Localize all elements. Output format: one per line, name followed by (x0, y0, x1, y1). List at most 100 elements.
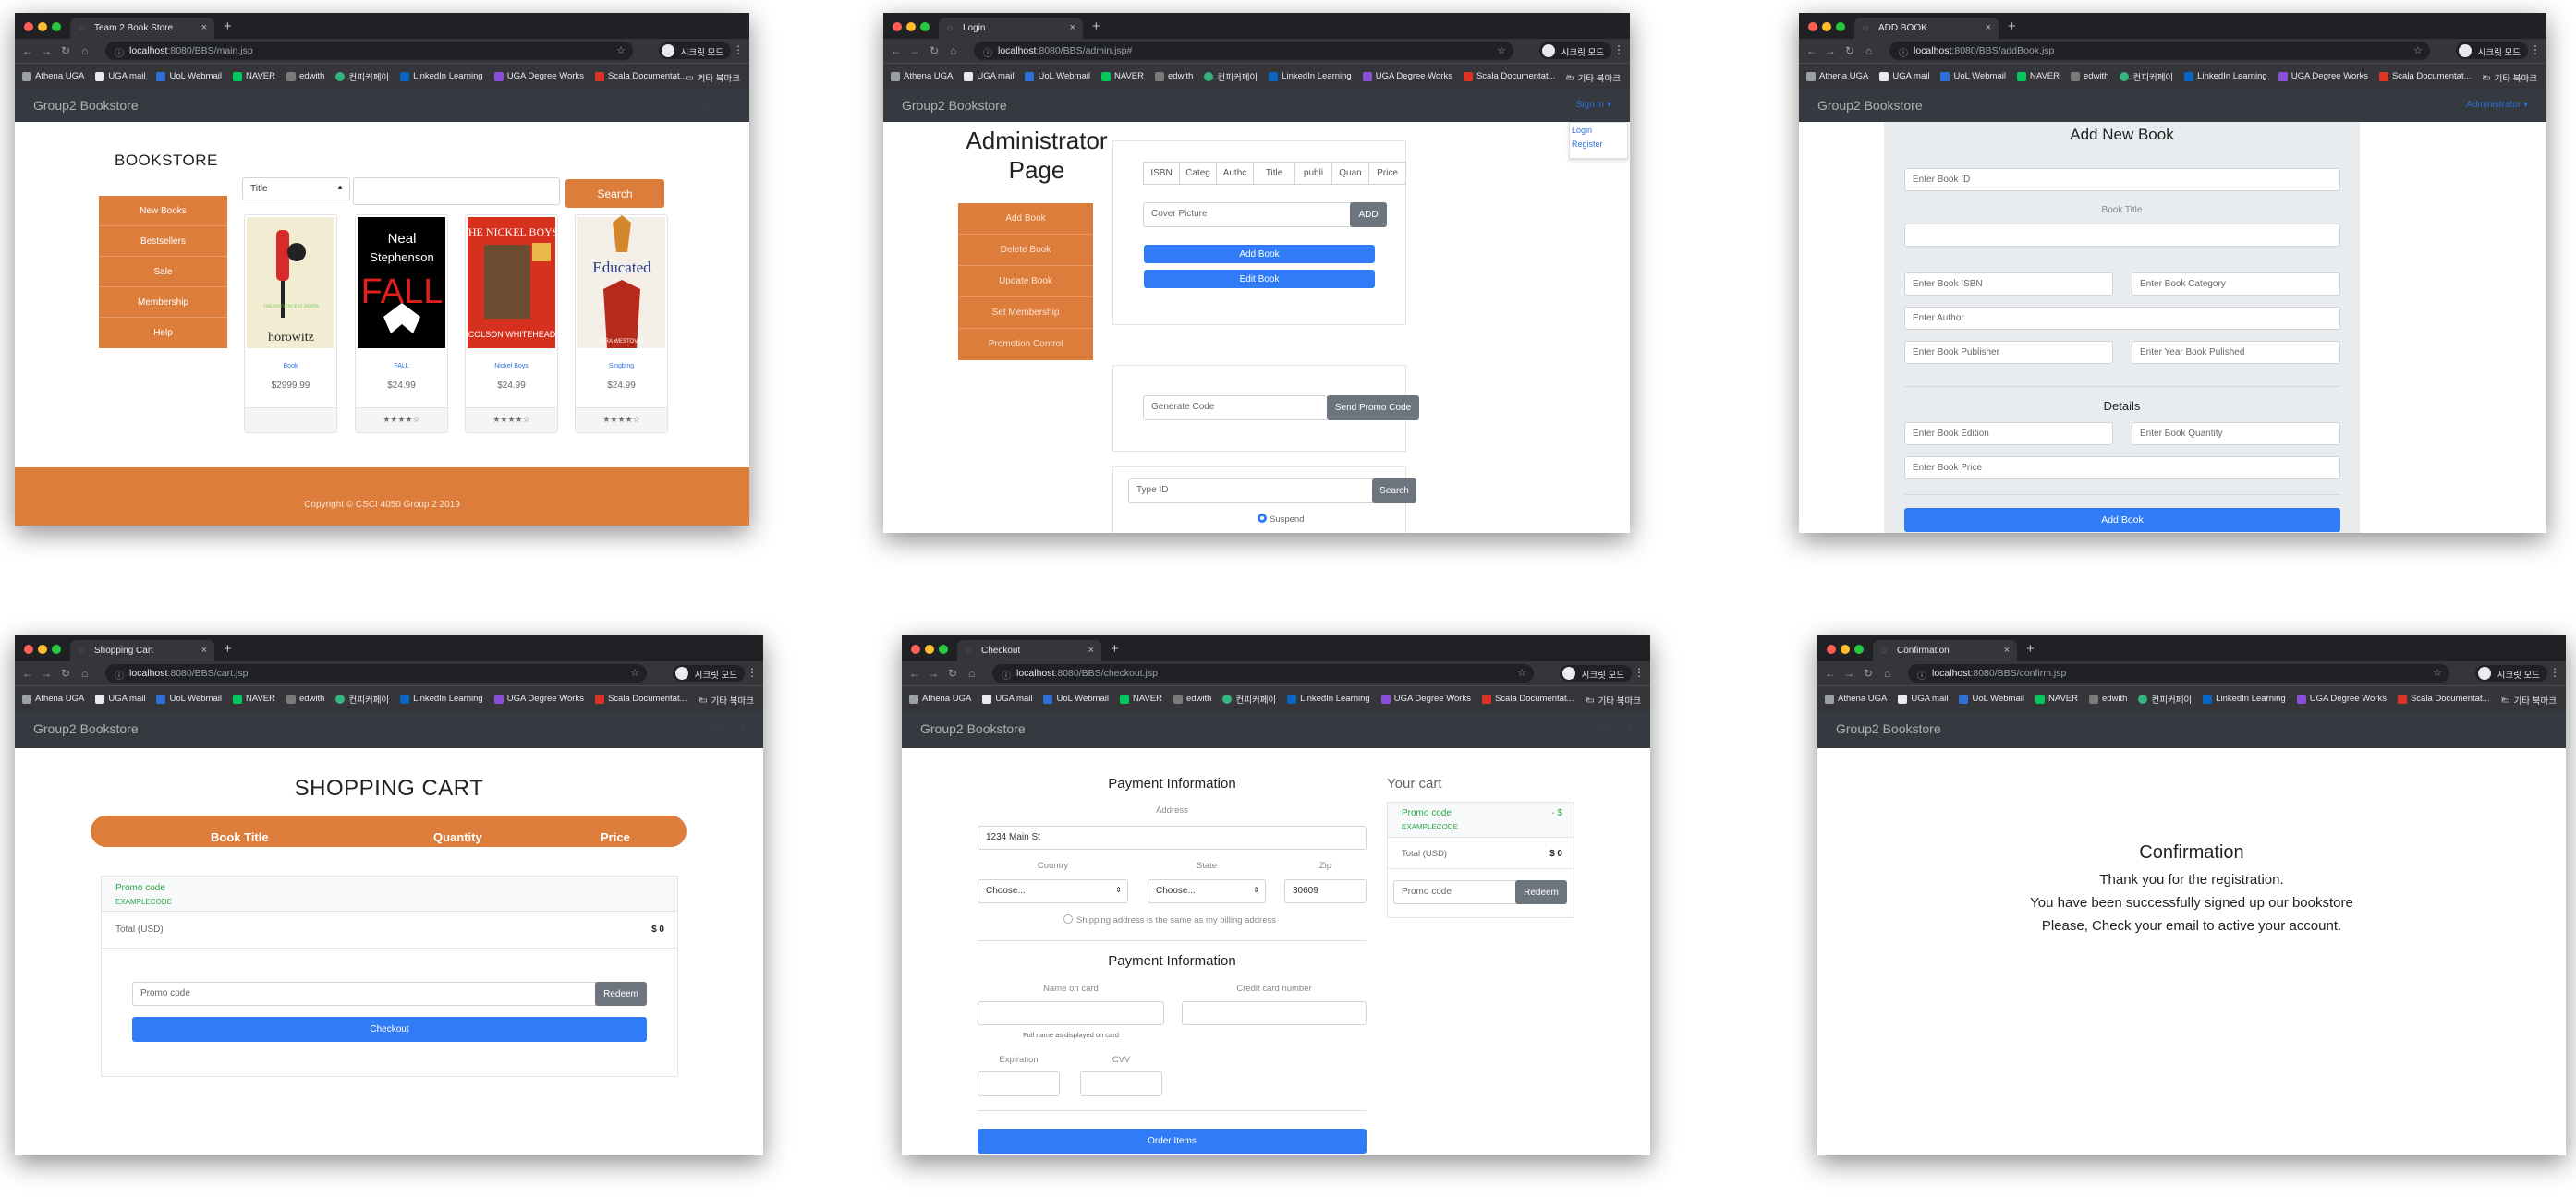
dropdown-login[interactable]: Login (1570, 123, 1627, 135)
close-tab-icon[interactable]: × (1088, 645, 1094, 656)
brand[interactable]: Group2 Bookstore (1836, 721, 1941, 736)
star-icon[interactable]: ☆ (2433, 667, 2442, 679)
bookmark-item[interactable]: Scala Documentat... (2378, 71, 2472, 81)
state-select[interactable]: Choose... ⇕ (1148, 879, 1266, 903)
promo-code-input[interactable]: Promo code (132, 982, 603, 1006)
forward-icon[interactable]: → (41, 44, 52, 57)
bookmark-item[interactable]: UGA mail (1879, 71, 1929, 81)
sign-in-dropdown[interactable]: Sign in ▾ (1597, 723, 1632, 733)
add-book-button[interactable]: Add Book (1144, 245, 1375, 263)
bookmark-item[interactable]: UGA Degree Works (493, 694, 584, 704)
home-icon[interactable]: ⌂ (81, 667, 88, 680)
book-card[interactable]: Educated TARA WESTOVER Singbing $24.99 ★… (575, 214, 668, 433)
menu-membership[interactable]: Membership (99, 287, 227, 318)
bookmark-item[interactable]: 컨피커페이 (335, 693, 389, 706)
name-on-card-input[interactable] (978, 1001, 1164, 1025)
generate-code-input[interactable]: Generate Code (1143, 395, 1328, 420)
browser-tab[interactable]: ◌ Team 2 Book Store × (70, 18, 214, 39)
promo-code-input[interactable]: Promo code (1393, 880, 1523, 904)
bookmark-item[interactable]: UGA mail (964, 71, 1014, 81)
reload-icon[interactable]: ↻ (948, 667, 957, 680)
brand[interactable]: Group2 Bookstore (33, 98, 139, 113)
bookmark-item[interactable]: Scala Documentat... (2397, 694, 2490, 704)
reload-icon[interactable]: ↻ (1845, 44, 1854, 57)
bookmark-item[interactable]: UGA Degree Works (1380, 694, 1471, 704)
send-promo-button[interactable]: Send Promo Code (1327, 395, 1419, 420)
country-select[interactable]: Choose... ⇕ (978, 879, 1128, 903)
new-tab-icon[interactable]: + (2008, 18, 2016, 34)
col-isbn[interactable]: ISBN (1143, 162, 1180, 185)
other-bookmarks[interactable]: ▭ 기타 북마크 (1566, 71, 1621, 85)
back-icon[interactable]: ← (22, 667, 33, 680)
menu-icon[interactable]: ⋮ (1613, 43, 1624, 56)
menu-delete-book[interactable]: Delete Book (958, 235, 1093, 266)
sign-in-dropdown[interactable]: Sign in ▾ (710, 723, 745, 733)
bookmark-item[interactable]: NAVER (2016, 71, 2060, 81)
bookmark-item[interactable]: NAVER (232, 694, 275, 704)
publisher-input[interactable]: Enter Book Publisher (1904, 341, 2113, 364)
bookmark-item[interactable]: edwith (286, 694, 324, 704)
menu-sale[interactable]: Sale (99, 257, 227, 287)
home-icon[interactable]: ⌂ (968, 667, 975, 680)
profile-button[interactable]: 시크릿 모드 (658, 42, 731, 59)
same-address-option[interactable]: Shipping address is the same as my billi… (1063, 914, 1276, 925)
bookmark-item[interactable]: UGA mail (95, 71, 145, 81)
window-controls[interactable] (1827, 645, 1864, 654)
bookmark-item[interactable]: LinkedIn Learning (2184, 71, 2267, 81)
reload-icon[interactable]: ↻ (1864, 667, 1873, 680)
book-title-link[interactable]: Singbing (576, 363, 667, 369)
brand[interactable]: Group2 Bookstore (1817, 98, 1923, 113)
book-card[interactable]: Neal Stephenson FALL FALL $24.99 ★★★★☆ (355, 214, 448, 433)
star-icon[interactable]: ☆ (2413, 44, 2423, 56)
back-icon[interactable]: ← (909, 667, 920, 680)
col-author[interactable]: Authc (1217, 162, 1254, 185)
menu-new-books[interactable]: New Books (99, 196, 227, 226)
menu-update-book[interactable]: Update Book (958, 266, 1093, 297)
redeem-button[interactable]: Redeem (1515, 880, 1567, 904)
bookmark-item[interactable]: 컨피커페이 (1222, 693, 1276, 706)
close-tab-icon[interactable]: × (2004, 645, 2010, 656)
bookmark-item[interactable]: UoL Webmail (1940, 71, 2006, 81)
book-title-link[interactable]: Book (245, 363, 336, 369)
submit-add-book-button[interactable]: Add Book (1904, 508, 2340, 532)
zip-input[interactable]: 30609 (1284, 879, 1367, 903)
bookmark-item[interactable]: edwith (2071, 71, 2108, 81)
bookmark-item[interactable]: edwith (2089, 694, 2127, 704)
book-title-input[interactable] (1904, 224, 2340, 247)
checkout-button[interactable]: Checkout (132, 1017, 647, 1042)
bookmark-item[interactable]: LinkedIn Learning (1287, 694, 1370, 704)
back-icon[interactable]: ← (1825, 667, 1836, 680)
menu-help[interactable]: Help (99, 318, 227, 348)
year-input[interactable]: Enter Year Book Pulished (2132, 341, 2340, 364)
bookmark-item[interactable]: LinkedIn Learning (1269, 71, 1352, 81)
address-bar[interactable]: ⓘ localhost:8080/BBS/cart.jsp ☆ (105, 664, 647, 683)
reload-icon[interactable]: ↻ (61, 44, 70, 57)
browser-tab[interactable]: ◌ Shopping Cart × (70, 640, 214, 661)
search-input[interactable] (353, 177, 560, 205)
book-title-link[interactable]: Nickel Boys (466, 363, 557, 369)
book-card[interactable]: THE NICKEL BOYS COLSON WHITEHEAD Nickel … (465, 214, 558, 433)
bookmark-item[interactable]: Athena UGA (1806, 71, 1868, 81)
profile-button[interactable]: 시크릿 모드 (1559, 665, 1632, 682)
bookmark-item[interactable]: UGA mail (1898, 694, 1948, 704)
bookmark-item[interactable]: UGA mail (982, 694, 1032, 704)
suspend-option[interactable]: Suspend (1258, 514, 1305, 525)
reload-icon[interactable]: ↻ (61, 667, 70, 680)
bookmark-item[interactable]: UGA Degree Works (493, 71, 584, 81)
bookmark-item[interactable]: NAVER (1100, 71, 1144, 81)
checkbox-icon[interactable] (1063, 914, 1073, 924)
col-category[interactable]: Categ (1180, 162, 1217, 185)
new-tab-icon[interactable]: + (1111, 641, 1119, 657)
browser-tab[interactable]: ◌ Login × (939, 18, 1083, 39)
bookmark-item[interactable]: NAVER (2035, 694, 2078, 704)
window-controls[interactable] (24, 645, 61, 654)
bookmark-item[interactable]: Athena UGA (22, 694, 84, 704)
menu-bestsellers[interactable]: Bestsellers (99, 226, 227, 257)
brand[interactable]: Group2 Bookstore (902, 98, 1007, 113)
home-icon[interactable]: ⌂ (1884, 667, 1890, 680)
col-quantity[interactable]: Quan (1332, 162, 1369, 185)
reload-icon[interactable]: ↻ (930, 44, 939, 57)
forward-icon[interactable]: → (909, 44, 920, 57)
bookmark-item[interactable]: Athena UGA (22, 71, 84, 81)
close-tab-icon[interactable]: × (201, 22, 207, 33)
